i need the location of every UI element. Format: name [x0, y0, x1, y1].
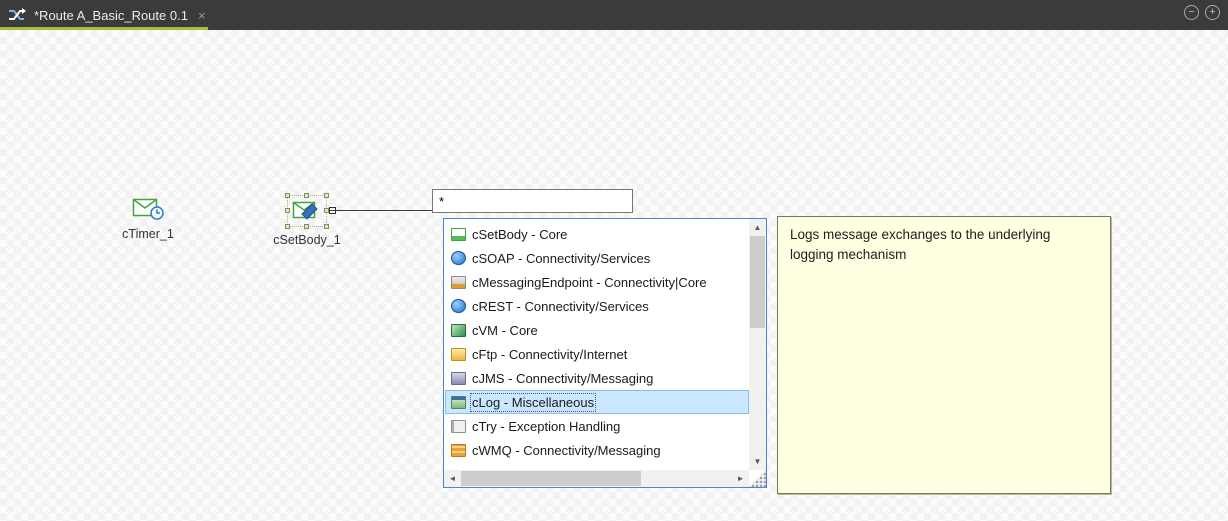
selection-box — [287, 195, 327, 227]
scroll-left-icon[interactable]: ◄ — [444, 470, 461, 487]
dropdown-item-label: cMessagingEndpoint - Connectivity|Core — [472, 275, 707, 290]
selection-handle[interactable] — [285, 224, 290, 229]
dropdown-item-cwmq[interactable]: cWMQ - Connectivity/Messaging — [445, 438, 749, 462]
dropdown-item-cvm[interactable]: cVM - Core — [445, 318, 749, 342]
clog-list-icon — [451, 396, 466, 409]
scroll-up-icon[interactable]: ▲ — [749, 219, 766, 236]
cwmq-icon — [451, 444, 466, 457]
csetbody-list-icon — [451, 228, 466, 241]
minimize-view-icon[interactable]: − — [1184, 5, 1199, 20]
selection-handle[interactable] — [324, 193, 329, 198]
ctry-icon — [451, 420, 466, 433]
csoap-icon — [451, 251, 466, 265]
crest-icon — [451, 299, 466, 313]
route-design-canvas[interactable]: cTimer_1 cSetBody_1 — [0, 30, 1228, 521]
route-icon — [8, 8, 26, 22]
dropdown-list: cSetBody - Core cSOAP - Connectivity/Ser… — [445, 222, 749, 470]
dropdown-item-label: cFtp - Connectivity/Internet — [472, 347, 627, 362]
selection-handle[interactable] — [285, 208, 290, 213]
node-label: cTimer_1 — [122, 227, 174, 241]
selection-handle[interactable] — [304, 224, 309, 229]
editor-header: *Route A_Basic_Route 0.1 × − + — [0, 0, 1228, 30]
dropdown-item-label: cWMQ - Connectivity/Messaging — [472, 443, 661, 458]
tab-title: *Route A_Basic_Route 0.1 — [34, 8, 188, 23]
dropdown-item-label: cJMS - Connectivity/Messaging — [472, 371, 653, 386]
dropdown-item-ctry[interactable]: cTry - Exception Handling — [445, 414, 749, 438]
scroll-down-icon[interactable]: ▼ — [749, 453, 766, 470]
dropdown-item-csetbody[interactable]: cSetBody - Core — [445, 222, 749, 246]
dropdown-item-clog[interactable]: cLog - Miscellaneous — [445, 390, 749, 414]
vertical-scrollbar[interactable]: ▲ ▼ — [749, 219, 766, 470]
horizontal-scrollbar-thumb[interactable] — [461, 471, 641, 486]
cmessagingendpoint-icon — [451, 276, 466, 289]
horizontal-scrollbar[interactable]: ◄ ► — [444, 470, 749, 487]
dropdown-item-label: cSOAP - Connectivity/Services — [472, 251, 650, 266]
dropdown-item-crest[interactable]: cREST - Connectivity/Services — [445, 294, 749, 318]
component-suggestion-dropdown[interactable]: cSetBody - Core cSOAP - Connectivity/Ser… — [443, 218, 767, 488]
dropdown-item-csoap[interactable]: cSOAP - Connectivity/Services — [445, 246, 749, 270]
scroll-right-icon[interactable]: ► — [732, 470, 749, 487]
dropdown-item-cmessagingendpoint[interactable]: cMessagingEndpoint - Connectivity|Core — [445, 270, 749, 294]
cvm-icon — [451, 324, 466, 337]
cftp-icon — [451, 348, 466, 361]
connection-wire[interactable] — [330, 210, 432, 211]
dropdown-item-label: cREST - Connectivity/Services — [472, 299, 649, 314]
maximize-view-icon[interactable]: + — [1205, 5, 1220, 20]
node-ctimer[interactable]: cTimer_1 — [112, 195, 184, 241]
resize-grip[interactable] — [749, 470, 766, 487]
dropdown-item-label: cTry - Exception Handling — [472, 419, 620, 434]
dropdown-item-cftp[interactable]: cFtp - Connectivity/Internet — [445, 342, 749, 366]
dropdown-item-label: cVM - Core — [472, 323, 538, 338]
component-description-tooltip: Logs message exchanges to the underlying… — [777, 216, 1111, 494]
route-editor-tab[interactable]: *Route A_Basic_Route 0.1 × — [0, 0, 218, 30]
dropdown-item-cjms[interactable]: cJMS - Connectivity/Messaging — [445, 366, 749, 390]
selection-handle[interactable] — [285, 193, 290, 198]
dropdown-item-label: cLog - Miscellaneous — [472, 395, 594, 410]
ctimer-icon — [132, 195, 164, 221]
selection-handle[interactable] — [324, 224, 329, 229]
node-csetbody[interactable]: cSetBody_1 — [261, 195, 353, 247]
component-search-input[interactable] — [432, 189, 633, 213]
csetbody-icon — [292, 200, 322, 222]
dropdown-item-label: cSetBody - Core — [472, 227, 567, 242]
tooltip-text: Logs message exchanges to the underlying… — [778, 217, 1098, 272]
node-label: cSetBody_1 — [273, 233, 340, 247]
tab-close-icon[interactable]: × — [196, 8, 208, 23]
cjms-icon — [451, 372, 466, 385]
selection-handle[interactable] — [304, 193, 309, 198]
vertical-scrollbar-thumb[interactable] — [750, 236, 765, 328]
